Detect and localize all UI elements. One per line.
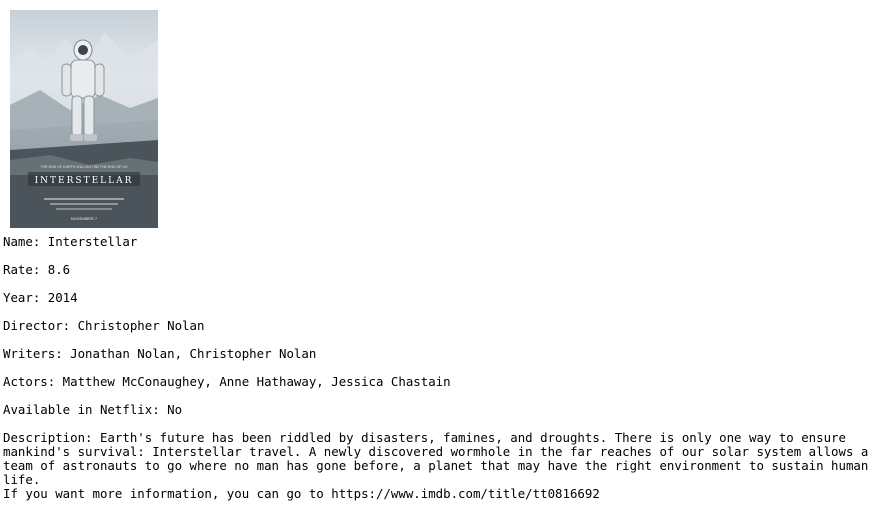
movie-actors: Actors: Matthew McConaughey, Anne Hathaw…	[3, 374, 451, 389]
movie-director: Director: Christopher Nolan	[3, 318, 205, 333]
netflix-availability: Available in Netflix: No	[3, 402, 183, 417]
movie-year: Year: 2014	[3, 290, 78, 305]
movie-rate: Rate: 8.6	[3, 262, 71, 277]
movie-writers: Writers: Jonathan Nolan, Christopher Nol…	[3, 346, 317, 361]
more-info-text: If you want more information, you can go…	[3, 486, 600, 501]
poster-title: INTERSTELLAR	[35, 176, 134, 186]
movie-description: Description: Earth's future has been rid…	[3, 430, 869, 487]
poster-release: NOVEMBER 7	[71, 216, 98, 221]
poster-tagline: THE END OF EARTH WILL NOT BE THE END OF …	[40, 165, 128, 169]
movie-poster-image: THE END OF EARTH WILL NOT BE THE END OF …	[10, 10, 158, 228]
movie-name: Name: Interstellar	[3, 234, 138, 249]
poster-art: THE END OF EARTH WILL NOT BE THE END OF …	[10, 10, 158, 228]
